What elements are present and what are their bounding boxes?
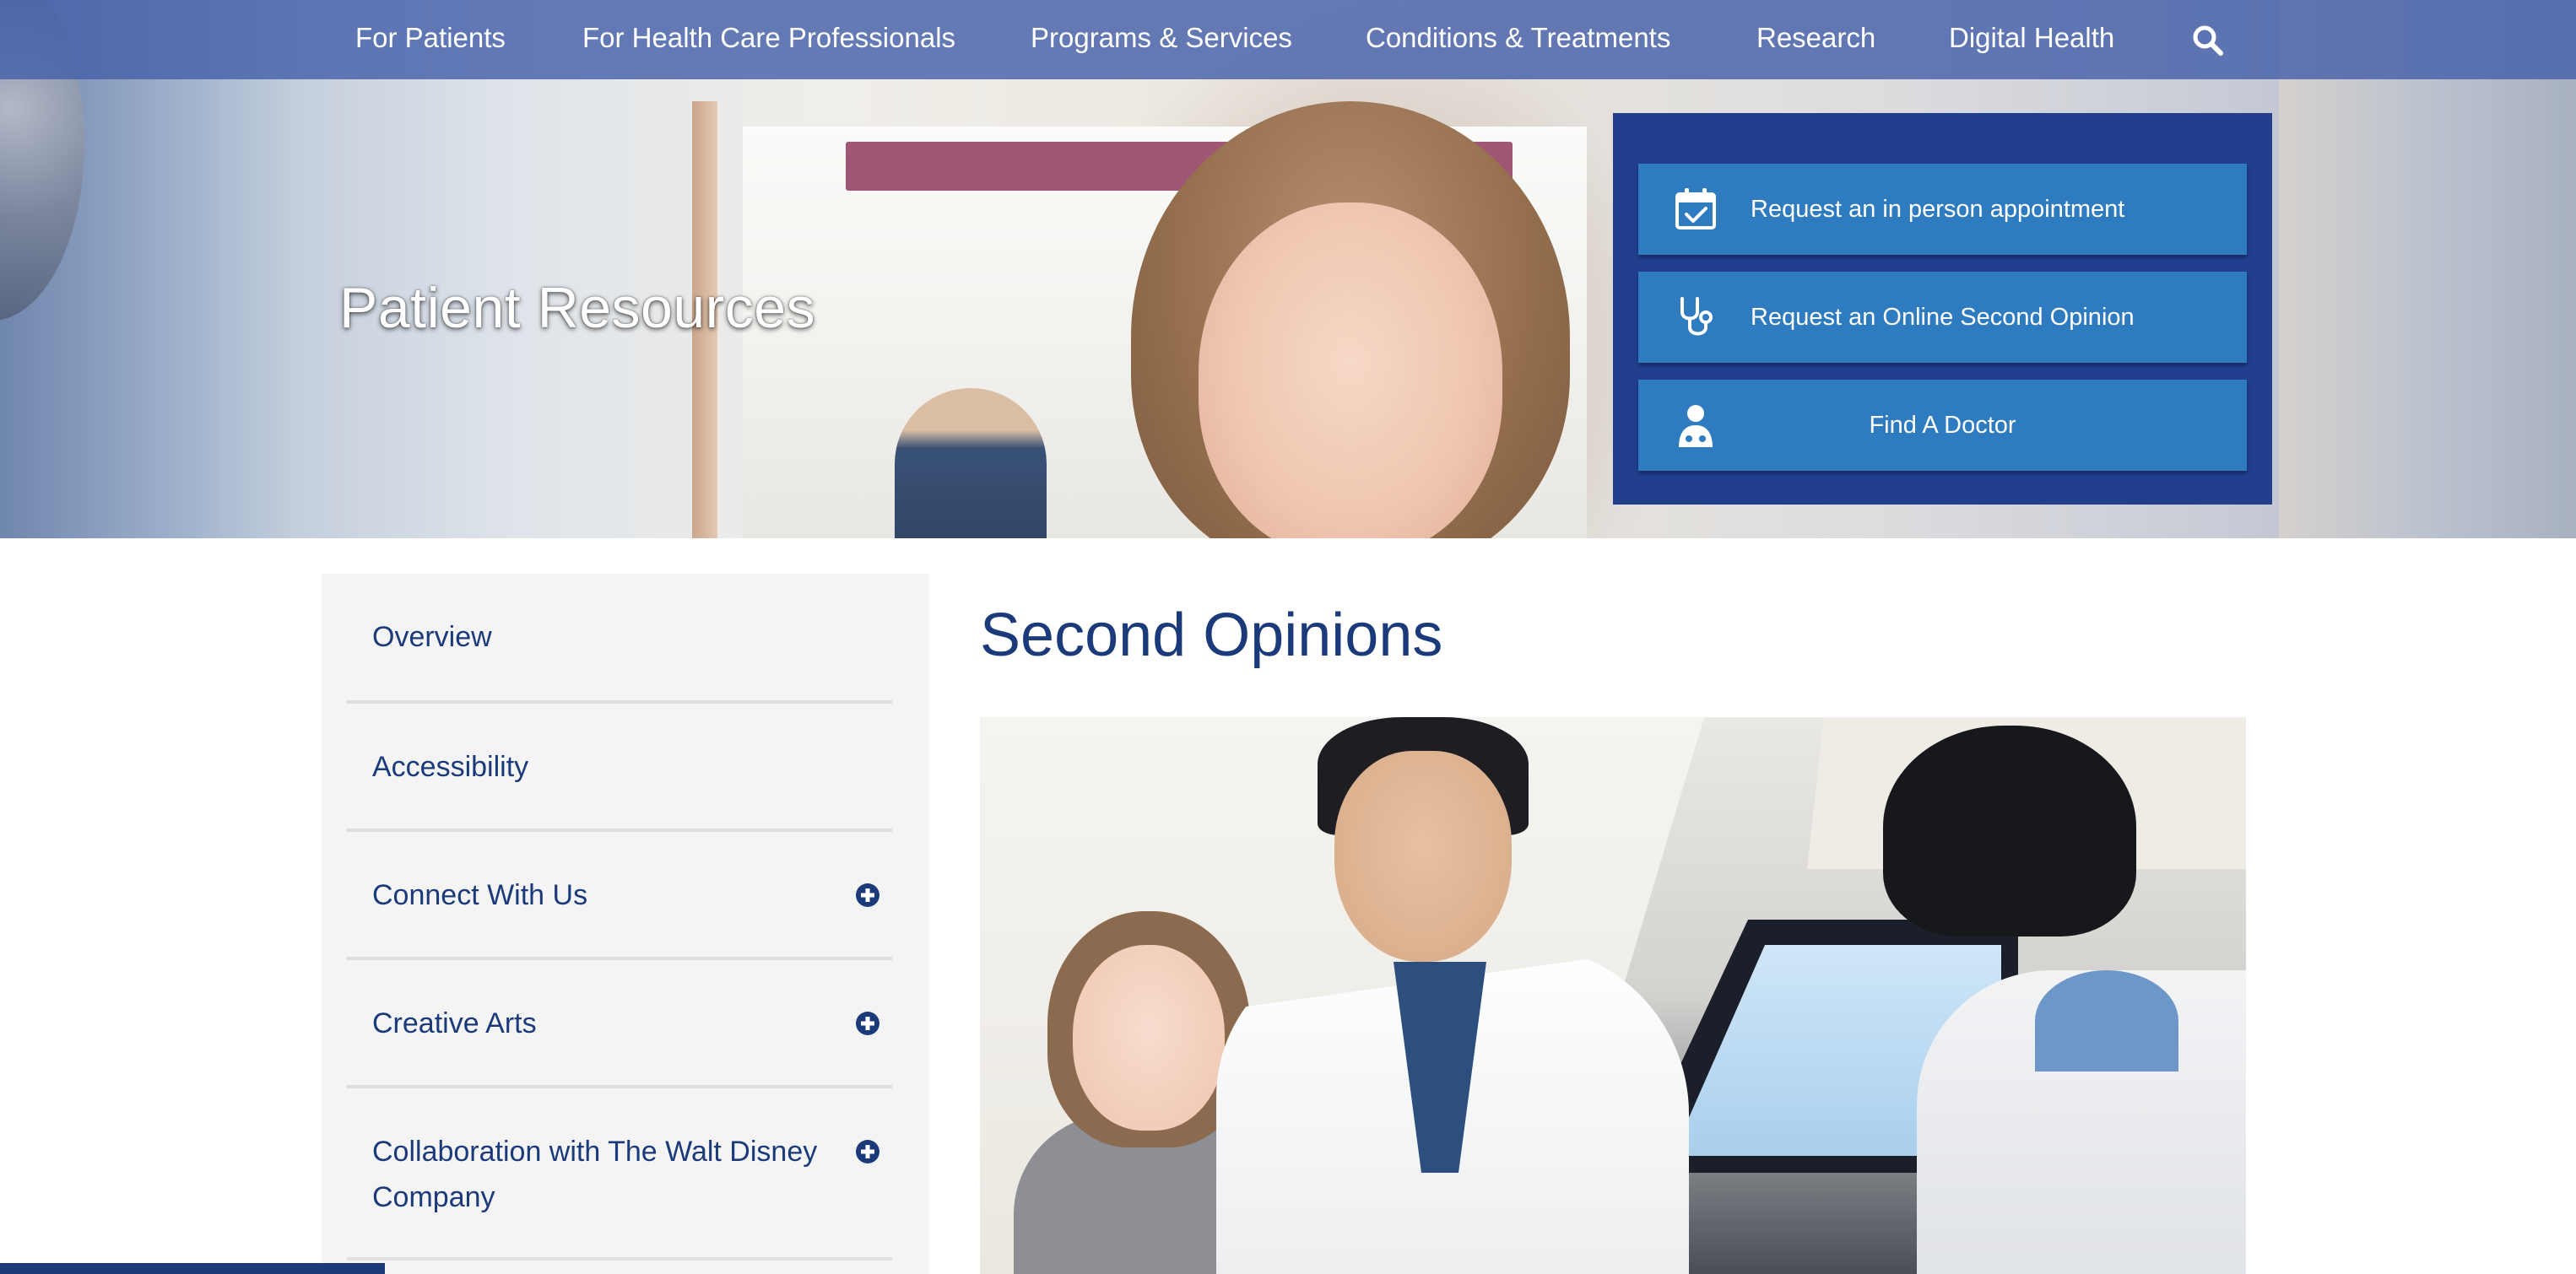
request-online-second-opinion-button[interactable]: Request an Online Second Opinion bbox=[1638, 272, 2247, 363]
find-a-doctor-label: Find A Doctor bbox=[1869, 412, 2016, 439]
sidebar-item-collaboration-walt-disney[interactable]: Collaboration with The Walt Disney Compa… bbox=[347, 1088, 892, 1261]
hero-banner: For Patients For Health Care Professiona… bbox=[0, 0, 2576, 538]
sidebar-item-overview[interactable]: Overview bbox=[347, 574, 892, 704]
sidebar-item-creative-arts[interactable]: Creative Arts bbox=[347, 960, 892, 1088]
hero-title: Patient Resources bbox=[339, 276, 816, 340]
plus-circle-icon[interactable] bbox=[855, 1011, 880, 1036]
second-opinions-photo bbox=[980, 717, 2246, 1274]
request-online-second-opinion-label: Request an Online Second Opinion bbox=[1751, 304, 2135, 331]
request-appointment-label: Request an in person appointment bbox=[1751, 196, 2125, 223]
section-sidebar: Overview Accessibility Connect With Us C… bbox=[322, 574, 929, 1274]
find-a-doctor-button[interactable]: Find A Doctor bbox=[1638, 380, 2247, 471]
hero-photo-pillar bbox=[2279, 0, 2576, 538]
page-title: Second Opinions bbox=[980, 602, 1443, 669]
photo-girl-face bbox=[1073, 945, 1225, 1131]
nav-conditions-treatments[interactable]: Conditions & Treatments bbox=[1366, 0, 1670, 76]
stethoscope-icon bbox=[1672, 294, 1719, 341]
hero-photo-nurse bbox=[895, 388, 1047, 538]
top-navigation: For Patients For Health Care Professiona… bbox=[0, 0, 2576, 79]
nav-for-health-care-professionals[interactable]: For Health Care Professionals bbox=[582, 0, 955, 76]
sidebar-item-accessibility[interactable]: Accessibility bbox=[347, 704, 892, 832]
quick-actions-panel: Request an in person appointment Request… bbox=[1613, 113, 2272, 505]
sidebar-item-connect-with-us[interactable]: Connect With Us bbox=[347, 832, 892, 960]
sidebar-item-label: Overview bbox=[372, 621, 492, 653]
request-appointment-button[interactable]: Request an in person appointment bbox=[1638, 164, 2247, 255]
plus-circle-icon[interactable] bbox=[855, 1139, 880, 1164]
photo-doctor-face bbox=[1334, 751, 1512, 962]
calendar-check-icon bbox=[1672, 186, 1719, 233]
sidebar-item-label: Connect With Us bbox=[372, 879, 588, 911]
bottom-banner-strip[interactable] bbox=[0, 1263, 385, 1274]
plus-circle-icon[interactable] bbox=[855, 883, 880, 908]
nav-for-patients[interactable]: For Patients bbox=[355, 0, 506, 76]
page: For Patients For Health Care Professiona… bbox=[0, 0, 2576, 1274]
hero-photo-girl-face bbox=[1199, 202, 1502, 538]
nav-digital-health[interactable]: Digital Health bbox=[1949, 0, 2114, 76]
sidebar-item-label: Creative Arts bbox=[372, 1007, 537, 1039]
photo-second-doctor-shirt bbox=[2035, 970, 2178, 1072]
nav-research[interactable]: Research bbox=[1756, 0, 1875, 76]
sidebar-item-label: Accessibility bbox=[372, 751, 529, 783]
sidebar-item-label: Collaboration with The Walt Disney Compa… bbox=[372, 1136, 818, 1213]
photo-second-doctor-hair bbox=[1883, 726, 2136, 937]
search-icon[interactable] bbox=[2191, 24, 2225, 57]
nav-programs-services[interactable]: Programs & Services bbox=[1031, 0, 1292, 76]
